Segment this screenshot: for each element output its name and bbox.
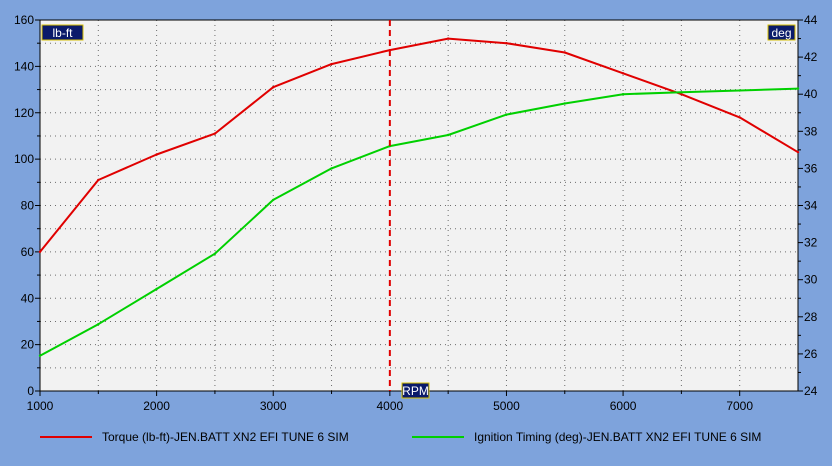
left-tick-label: 160 [14,13,34,27]
data-point [38,250,42,254]
data-point [621,93,625,96]
data-point [97,323,100,326]
data-point [97,178,100,182]
right-tick-label: 30 [804,273,818,287]
data-point [330,62,333,66]
legend-entry: Torque (lb-ft)-JEN.BATT XN2 EFI TUNE 6 S… [102,430,349,444]
data-point [563,51,566,54]
right-tick-label: 28 [804,310,818,324]
data-point [272,198,275,202]
left-tick-label: 120 [14,106,34,120]
data-point [680,91,683,94]
right-tick-label: 36 [804,161,818,175]
data-point [563,102,566,105]
data-point [272,86,275,89]
left-axis-label: lb-ft [52,26,73,40]
right-tick-label: 44 [804,13,818,27]
data-point [796,150,800,154]
right-tick-label: 34 [804,199,818,213]
data-point [446,133,450,137]
right-tick-label: 32 [804,236,818,250]
right-tick-label: 38 [804,124,818,138]
right-tick-label: 26 [804,347,818,361]
data-point [505,41,508,45]
left-tick-label: 140 [14,59,34,73]
left-tick-label: 0 [27,384,34,398]
left-tick-label: 80 [21,199,35,213]
left-tick-label: 60 [21,245,35,259]
x-tick-label: 7000 [726,399,753,413]
data-point [213,252,217,255]
data-point [330,167,333,170]
x-tick-label: 3000 [260,399,287,413]
right-tick-label: 40 [804,87,818,101]
left-tick-label: 40 [21,291,35,305]
x-tick-label: 2000 [143,399,170,413]
data-point [155,153,158,156]
x-tick-label: 4000 [376,399,403,413]
chart-svg: 0 20 40 60 80 100 120 140 160 24 26 28 30 32 34 36 38 40 4… [14,13,818,444]
legend-entry: Ignition Timing (deg)-JEN.BATT XN2 EFI T… [474,430,761,444]
data-point [155,287,158,291]
x-tick-label: 1000 [27,399,54,413]
x-tick-label: 6000 [610,399,637,413]
right-tick-label: 24 [804,384,818,398]
left-tick-label: 100 [14,152,34,166]
data-point [796,87,800,90]
x-axis-label: RPM [402,384,429,398]
data-point [446,37,450,40]
right-tick-label: 42 [804,50,818,64]
data-point [738,89,741,92]
x-tick-label: 5000 [493,399,520,413]
data-point [621,72,625,75]
data-point [38,354,42,357]
data-point [213,132,217,135]
left-tick-label: 20 [21,338,35,352]
plot-area [39,19,799,392]
right-axis-label: deg [771,26,791,40]
chart-container: 0 20 40 60 80 100 120 140 160 24 26 28 30 32 34 36 38 40 4… [0,0,832,461]
data-point [738,116,741,119]
data-point [505,113,508,116]
